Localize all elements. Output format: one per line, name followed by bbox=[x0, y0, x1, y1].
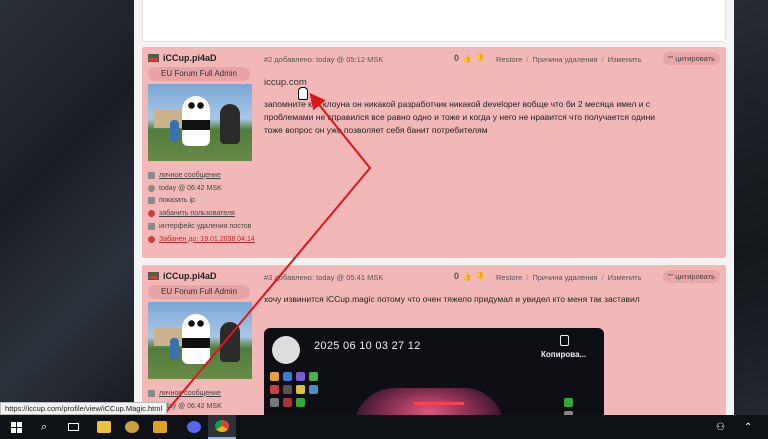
chrome-icon[interactable] bbox=[208, 415, 236, 439]
delete-reason-link[interactable]: Причина удаления bbox=[532, 273, 597, 282]
desktop-app-icon bbox=[270, 398, 279, 407]
delete-reason-link[interactable]: Причина удаления bbox=[532, 55, 597, 64]
banned-until[interactable]: Забанен до: 19.01.2038 04:14 bbox=[148, 233, 255, 246]
quote-button[interactable]: "" цитировать bbox=[662, 52, 720, 65]
desktop-app-icon bbox=[270, 372, 279, 381]
post-text: хочу извинится iCCup.magic потому что оч… bbox=[264, 294, 640, 304]
mouse-cursor bbox=[298, 87, 308, 100]
people-icon[interactable]: ⚇ bbox=[716, 415, 725, 439]
post-text: запомните как клоуна он никакой разработ… bbox=[264, 99, 656, 135]
post-link[interactable]: iccup.com bbox=[264, 76, 664, 89]
post-author: iCCup.pi4aD bbox=[148, 271, 217, 281]
discord-icon[interactable] bbox=[180, 415, 208, 439]
moderation-links: Restore / Причина удаления / Изменить bbox=[496, 55, 642, 64]
delete-interface-link[interactable]: интерфейс удаления постов bbox=[148, 220, 255, 233]
author-nick[interactable]: iCCup.pi4aD bbox=[163, 271, 217, 281]
desktop-app-icon bbox=[283, 398, 292, 407]
ban-icon bbox=[148, 235, 155, 243]
ban-user-link[interactable]: забанить пользователя bbox=[148, 207, 255, 220]
forum-post: iCCup.pi4aD EU Forum Full Admin личное с… bbox=[142, 265, 726, 415]
post-meta: #2 добавлено: today @ 05:12 MSK bbox=[264, 55, 384, 64]
page-background-left bbox=[0, 0, 134, 415]
moderation-links: Restore / Причина удаления / Изменить bbox=[496, 273, 642, 282]
post-votes: 0 👍 👎 bbox=[454, 53, 485, 63]
thumb-down-icon[interactable]: 👎 bbox=[475, 272, 485, 281]
flag-icon bbox=[148, 272, 159, 280]
thumb-down-icon[interactable]: 👎 bbox=[475, 54, 485, 63]
file-explorer-icon[interactable] bbox=[90, 415, 118, 439]
flag-icon bbox=[148, 54, 159, 62]
desktop-app-icon bbox=[296, 385, 305, 394]
post-author: iCCup.pi4aD bbox=[148, 53, 217, 63]
message-icon bbox=[148, 389, 155, 397]
windows-start-icon[interactable] bbox=[10, 415, 22, 439]
desktop-app-icon bbox=[309, 372, 318, 381]
notification-icon[interactable]: ⌃ bbox=[744, 415, 752, 439]
author-nick[interactable]: iCCup.pi4aD bbox=[163, 53, 217, 63]
message-icon bbox=[148, 171, 155, 179]
page-background-right bbox=[734, 0, 768, 415]
edit-link[interactable]: Изменить bbox=[608, 273, 642, 282]
search-icon[interactable]: ⌕ bbox=[37, 415, 51, 439]
role-badge: EU Forum Full Admin bbox=[148, 285, 250, 299]
restore-link[interactable]: Restore bbox=[496, 273, 522, 282]
desktop-app-icon bbox=[283, 372, 292, 381]
pm-link[interactable]: личное сообщение bbox=[148, 169, 255, 182]
media-player-icon[interactable] bbox=[146, 415, 174, 439]
forum-content: iCCup.pi4aD EU Forum Full Admin личное с… bbox=[134, 0, 734, 415]
show-ip-link[interactable]: показать ip bbox=[148, 195, 255, 208]
windows-taskbar: ⌕ ⚇ ⌃ bbox=[0, 415, 768, 439]
desktop-app-icon bbox=[564, 398, 573, 407]
desktop-app-icon bbox=[283, 385, 292, 394]
quote-button[interactable]: "" цитировать bbox=[662, 270, 720, 283]
desktop-app-icon bbox=[296, 398, 305, 407]
post-votes: 0 👍 👎 bbox=[454, 271, 485, 281]
desktop-app-icon bbox=[270, 385, 279, 394]
clock-icon bbox=[148, 184, 155, 192]
panda-desktop-icon bbox=[272, 336, 300, 364]
restore-link[interactable]: Restore bbox=[496, 55, 522, 64]
avatar bbox=[148, 302, 252, 379]
trash-icon bbox=[148, 223, 155, 231]
screenshot-timestamp: 2025 06 10 03 27 12 bbox=[314, 340, 421, 352]
online-time: today @ 06:42 MSK bbox=[148, 182, 255, 195]
forum-post: iCCup.pi4aD EU Forum Full Admin личное с… bbox=[142, 47, 726, 258]
pm-link[interactable]: личное сообщение bbox=[148, 387, 222, 400]
thumb-up-icon[interactable]: 👍 bbox=[462, 54, 472, 63]
desktop-app-icon bbox=[296, 372, 305, 381]
attached-screenshot[interactable]: 2025 06 10 03 27 12 Копирова... bbox=[264, 328, 604, 415]
role-badge: EU Forum Full Admin bbox=[148, 67, 250, 81]
game-icon[interactable] bbox=[118, 415, 146, 439]
copy-icon[interactable] bbox=[560, 335, 569, 346]
ban-icon bbox=[148, 210, 155, 218]
post-meta: #3 добавлено: today @ 05:41 MSK bbox=[264, 273, 384, 282]
desktop-app-icon bbox=[309, 385, 318, 394]
thumb-up-icon[interactable]: 👍 bbox=[462, 272, 472, 281]
author-actions: личное сообщение today @ 06:42 MSK показ… bbox=[148, 169, 255, 246]
previous-post-box bbox=[142, 0, 726, 42]
avatar bbox=[148, 84, 252, 161]
status-bar-url: https://iccup.com/profile/view/iCCup.Mag… bbox=[0, 402, 168, 415]
edit-link[interactable]: Изменить bbox=[608, 55, 642, 64]
vote-score: 0 bbox=[454, 53, 460, 63]
vote-score: 0 bbox=[454, 271, 460, 281]
copy-label[interactable]: Копирова... bbox=[541, 350, 586, 359]
ip-icon bbox=[148, 197, 155, 205]
task-view-icon[interactable] bbox=[66, 415, 80, 439]
